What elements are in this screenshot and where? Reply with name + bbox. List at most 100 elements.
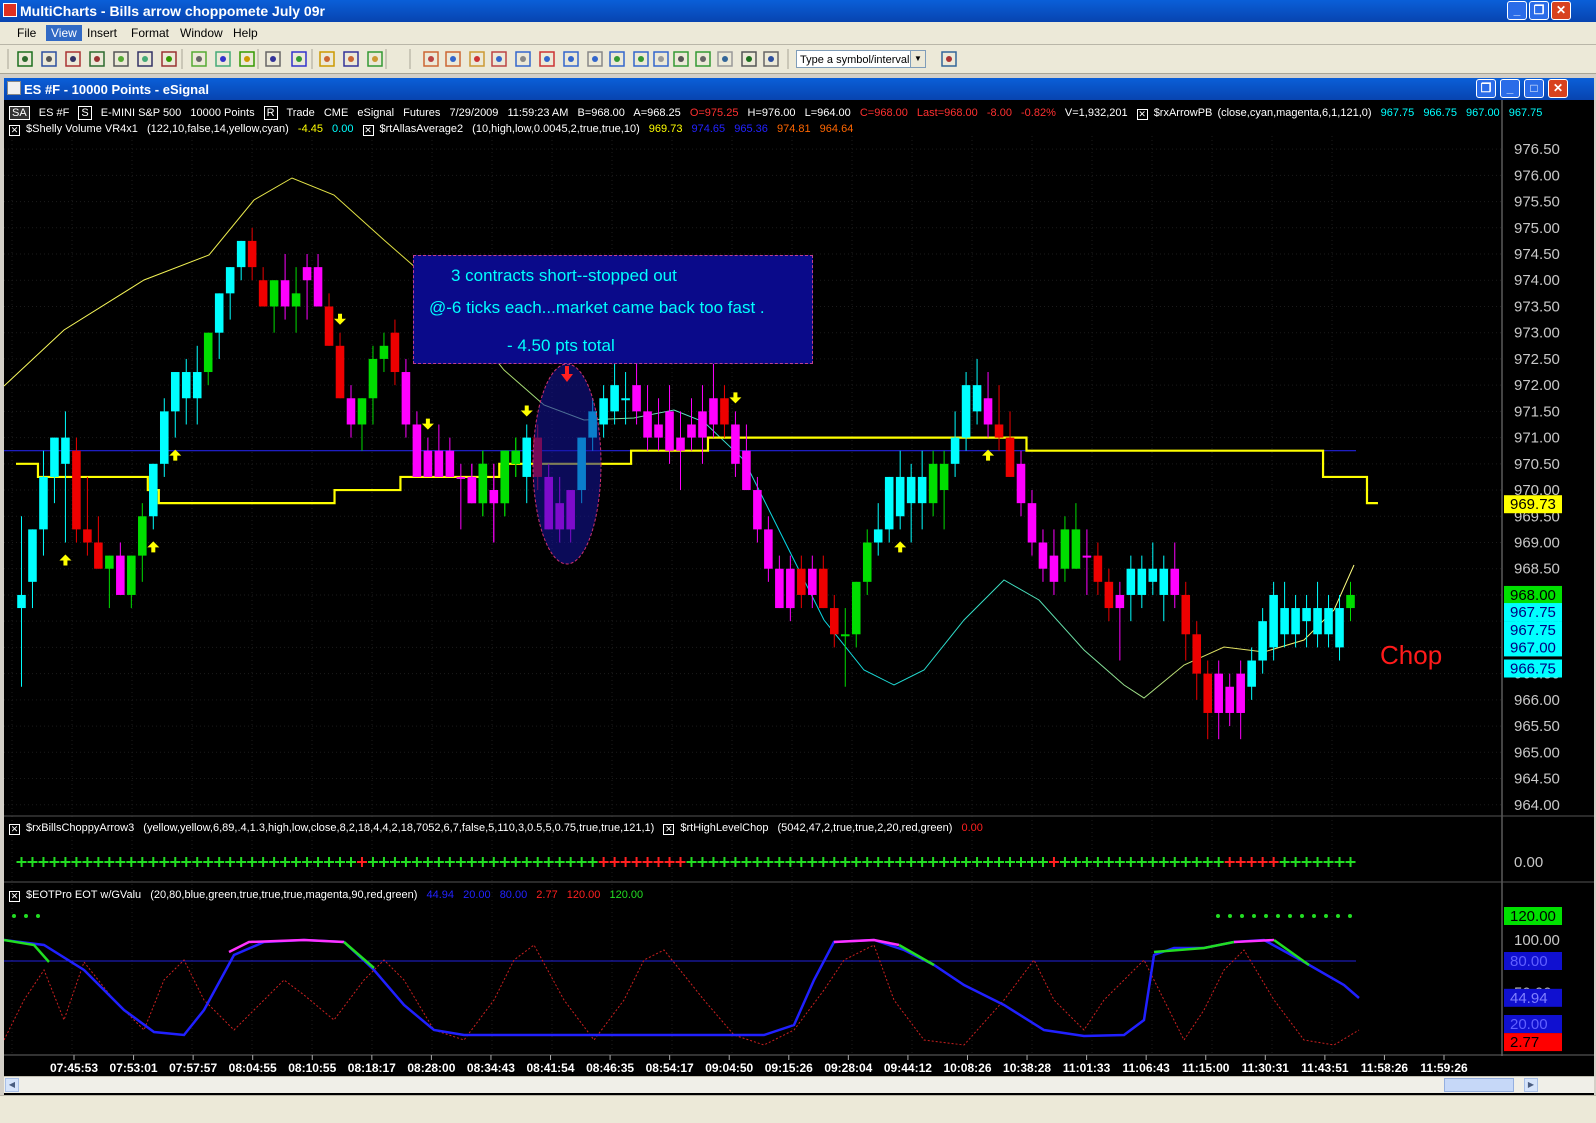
candle-body[interactable] bbox=[994, 424, 1004, 438]
candle-body[interactable] bbox=[676, 437, 685, 451]
candle-body[interactable] bbox=[1269, 594, 1278, 648]
candle-body[interactable] bbox=[1082, 555, 1092, 558]
candle-body[interactable] bbox=[379, 345, 389, 359]
s-box[interactable]: S bbox=[78, 106, 92, 120]
chart-minimize-button[interactable]: _ bbox=[1500, 79, 1520, 98]
candle-body[interactable] bbox=[1291, 608, 1300, 635]
menu-file[interactable]: File bbox=[12, 25, 41, 41]
candle-body[interactable] bbox=[961, 385, 971, 438]
candle-body[interactable] bbox=[456, 476, 466, 479]
scroll-right-arrow-icon[interactable]: ▶ bbox=[1524, 1078, 1538, 1092]
candle-body[interactable] bbox=[1302, 608, 1311, 622]
candle-body[interactable] bbox=[94, 542, 103, 569]
candle-body[interactable] bbox=[1192, 634, 1202, 674]
remove-indicator-icon[interactable]: ✕ bbox=[9, 891, 20, 902]
candle-body[interactable] bbox=[467, 476, 477, 504]
chart-maximize-button[interactable]: □ bbox=[1524, 79, 1544, 98]
candle-body[interactable] bbox=[698, 411, 707, 438]
candle-body[interactable] bbox=[1060, 529, 1070, 569]
candle-body[interactable] bbox=[247, 240, 257, 268]
symbol-interval-combo[interactable]: Type a symbol/interval ▼ bbox=[796, 50, 926, 68]
candle-body[interactable] bbox=[665, 411, 674, 451]
candle-body[interactable] bbox=[1225, 686, 1234, 713]
candle-body[interactable] bbox=[786, 568, 795, 609]
candle-body[interactable] bbox=[884, 476, 894, 530]
remove-indicator-icon[interactable]: ✕ bbox=[663, 824, 675, 835]
candle-body[interactable] bbox=[873, 529, 883, 543]
candle-body[interactable] bbox=[1049, 555, 1059, 582]
candle-body[interactable] bbox=[1126, 568, 1136, 595]
candle-body[interactable] bbox=[610, 385, 619, 412]
candle-body[interactable] bbox=[1313, 608, 1322, 635]
trade-annotation-box[interactable]: 3 contracts short--stopped out @-6 ticks… bbox=[413, 255, 813, 364]
candle-body[interactable] bbox=[720, 398, 729, 425]
candle-body[interactable] bbox=[50, 437, 59, 477]
candle-body[interactable] bbox=[401, 372, 411, 425]
candle-body[interactable] bbox=[1247, 660, 1256, 687]
scroll-left-arrow-icon[interactable]: ◀ bbox=[5, 1078, 19, 1092]
candle-body[interactable] bbox=[313, 267, 323, 307]
candle-body[interactable] bbox=[1159, 568, 1169, 595]
candle-body[interactable] bbox=[764, 529, 773, 569]
candle-body[interactable] bbox=[742, 450, 751, 491]
candle-body[interactable] bbox=[39, 476, 48, 530]
chart-menu-button[interactable]: ❐ bbox=[1476, 79, 1496, 98]
candle-body[interactable] bbox=[654, 424, 663, 438]
remove-indicator-icon[interactable]: ✕ bbox=[9, 824, 20, 835]
restore-button[interactable]: ❐ bbox=[1529, 1, 1549, 20]
scrollbar-thumb[interactable] bbox=[1444, 1078, 1514, 1092]
candle-body[interactable] bbox=[731, 424, 740, 464]
candle-body[interactable] bbox=[335, 345, 345, 399]
price-chart-svg[interactable]: 976.50 976.00 975.50 975.00 974.50 974.00 973.… bbox=[4, 100, 1594, 1080]
candle-body[interactable] bbox=[1203, 673, 1213, 713]
candle-body[interactable] bbox=[775, 568, 784, 609]
candle-body[interactable] bbox=[851, 581, 861, 635]
candle-body[interactable] bbox=[489, 490, 499, 504]
candle-body[interactable] bbox=[983, 398, 993, 425]
candle-body[interactable] bbox=[829, 608, 839, 635]
menu-insert[interactable]: Insert bbox=[82, 25, 122, 41]
candle-body[interactable] bbox=[390, 332, 400, 373]
r-box[interactable]: R bbox=[263, 106, 278, 120]
candle-body[interactable] bbox=[797, 568, 806, 595]
candle-body[interactable] bbox=[950, 437, 960, 464]
close-button[interactable]: ✕ bbox=[1551, 1, 1571, 20]
candle-body[interactable] bbox=[445, 450, 455, 477]
menu-window[interactable]: Window bbox=[175, 25, 228, 41]
remove-indicator-icon[interactable]: ✕ bbox=[362, 125, 374, 136]
candle-body[interactable] bbox=[621, 398, 630, 401]
candle-body[interactable] bbox=[269, 280, 279, 307]
candle-body[interactable] bbox=[1335, 608, 1344, 648]
candle-body[interactable] bbox=[895, 476, 905, 517]
chart-close-button[interactable]: ✕ bbox=[1548, 79, 1568, 98]
candle-body[interactable] bbox=[1280, 608, 1289, 635]
candle-body[interactable] bbox=[423, 450, 433, 477]
candle-body[interactable] bbox=[1005, 437, 1015, 477]
candle-body[interactable] bbox=[236, 240, 246, 268]
chevron-down-icon[interactable]: ▼ bbox=[910, 51, 925, 67]
candle-body[interactable] bbox=[291, 293, 301, 307]
candle-body[interactable] bbox=[972, 385, 982, 412]
candle-body[interactable] bbox=[1115, 594, 1125, 609]
candle-body[interactable] bbox=[1236, 673, 1245, 713]
candle-body[interactable] bbox=[1214, 673, 1223, 713]
candle-body[interactable] bbox=[181, 372, 191, 399]
candle-body[interactable] bbox=[500, 450, 510, 504]
menu-help[interactable]: Help bbox=[228, 25, 263, 41]
menu-format[interactable]: Format bbox=[126, 25, 174, 41]
candle-body[interactable] bbox=[1071, 529, 1081, 569]
candle-body[interactable] bbox=[511, 450, 521, 464]
minimize-button[interactable]: _ bbox=[1507, 1, 1527, 20]
candle-body[interactable] bbox=[939, 463, 949, 491]
remove-indicator-icon[interactable]: ✕ bbox=[1136, 109, 1148, 120]
candle-body[interactable] bbox=[258, 280, 268, 307]
candle-body[interactable] bbox=[357, 398, 367, 425]
candle-body[interactable] bbox=[280, 280, 290, 307]
candle-body[interactable] bbox=[522, 437, 532, 477]
candle-body[interactable] bbox=[709, 398, 718, 425]
candle-body[interactable] bbox=[72, 450, 81, 530]
trade-ellipse-annotation[interactable] bbox=[532, 363, 602, 565]
candle-body[interactable] bbox=[906, 476, 916, 504]
candle-body[interactable] bbox=[819, 568, 828, 609]
candle-body[interactable] bbox=[203, 332, 213, 373]
